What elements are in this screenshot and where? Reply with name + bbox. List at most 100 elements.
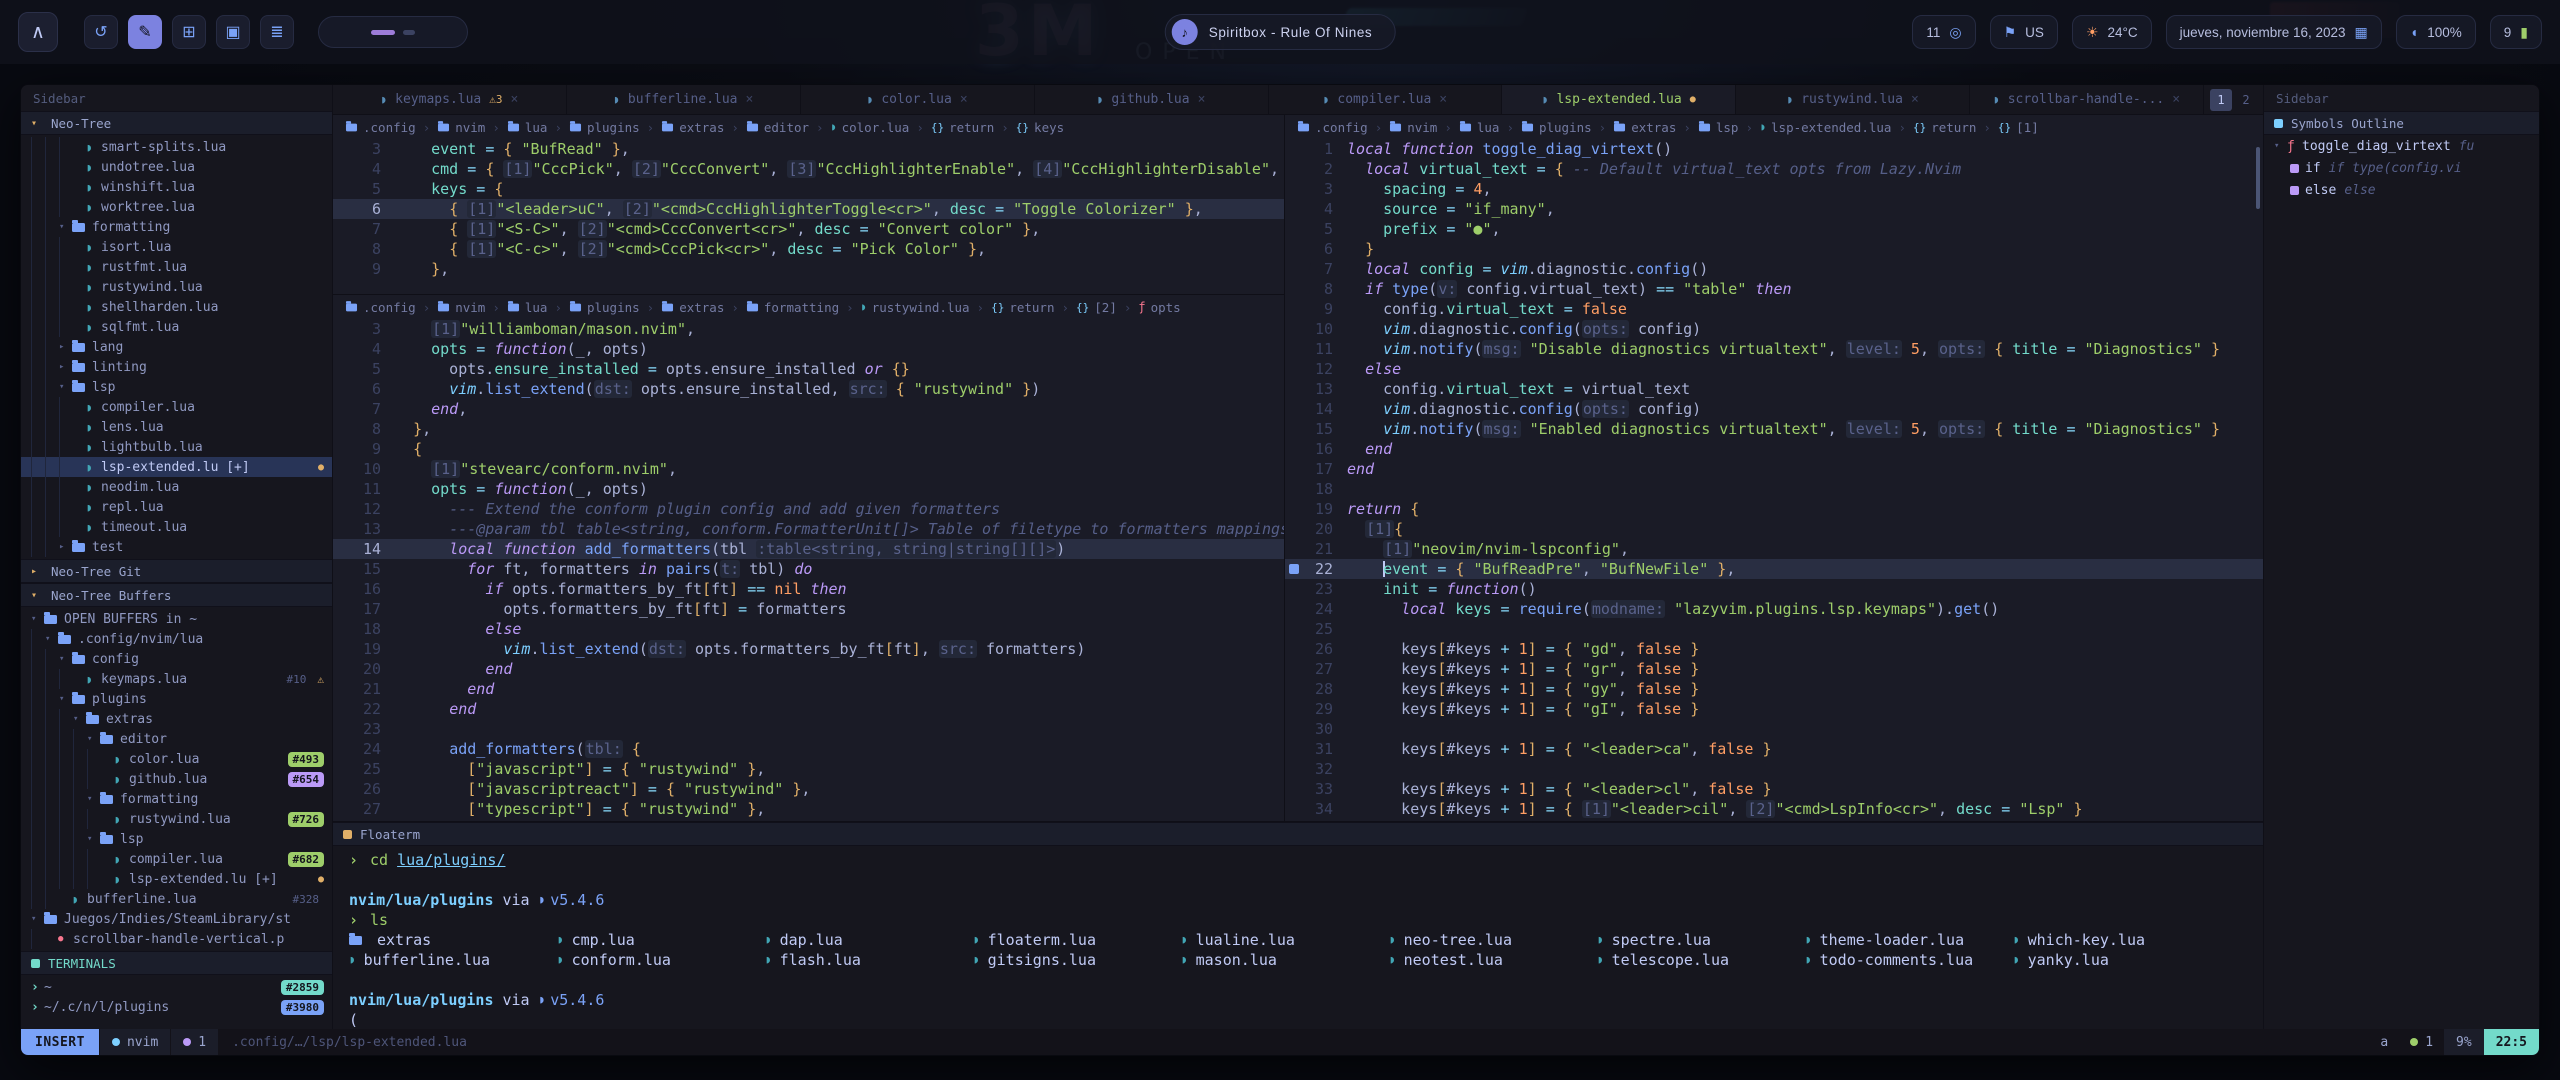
neotree-item[interactable]: ◗sqlfmt.lua bbox=[21, 317, 332, 337]
neotree-item[interactable]: ◗lens.lua bbox=[21, 417, 332, 437]
buffer-item[interactable]: ▾lsp bbox=[21, 829, 332, 849]
tab-scrollbar-handle-...[interactable]: ◗scrollbar-handle-...× bbox=[1970, 85, 2204, 114]
editor-pane-lsp-extended-lua[interactable]: .config›nvim›lua›plugins›extras›lsp›◗lsp… bbox=[1285, 115, 2263, 821]
breadcrumb-segment[interactable]: nvim bbox=[437, 300, 485, 315]
close-icon[interactable]: × bbox=[1198, 92, 1206, 107]
breadcrumb-segment[interactable]: lsp bbox=[1698, 120, 1739, 135]
tab-rustywind.lua[interactable]: ◗rustywind.lua× bbox=[1736, 85, 1970, 114]
buffer-item[interactable]: ◗keymaps.lua#10⚠ bbox=[21, 669, 332, 689]
terminal-item[interactable]: ›~/.c/n/l/plugins#3980 bbox=[21, 997, 332, 1017]
neotree-item[interactable]: ▾lsp bbox=[21, 377, 332, 397]
tab-compiler.lua[interactable]: ◗compiler.lua× bbox=[1269, 85, 1503, 114]
neotree-item[interactable]: ◗repl.lua bbox=[21, 497, 332, 517]
file-entry[interactable]: ◗neo-tree.lua bbox=[1389, 930, 1597, 950]
code-area[interactable]: 3 [1]"williamboman/mason.nvim",4 opts = … bbox=[333, 319, 1284, 821]
terminals-header[interactable]: TERMINALS bbox=[21, 951, 332, 975]
file-entry[interactable]: ◗which-key.lua bbox=[2013, 930, 2221, 950]
pill-volume[interactable]: ◖100% bbox=[2396, 15, 2476, 49]
workspace-indicator[interactable] bbox=[318, 16, 468, 48]
neotree-item[interactable]: ◗lsp-extended.lu [+]● bbox=[21, 457, 332, 477]
breadcrumb-segment[interactable]: editor bbox=[746, 120, 809, 135]
breadcrumb-segment[interactable]: {}return bbox=[1913, 120, 1976, 135]
neotree-item[interactable]: ◗winshift.lua bbox=[21, 177, 332, 197]
close-icon[interactable]: × bbox=[2172, 92, 2180, 107]
buffer-item[interactable]: ▾plugins bbox=[21, 689, 332, 709]
breadcrumb-segment[interactable]: lua bbox=[507, 300, 548, 315]
file-entry[interactable]: extras bbox=[349, 930, 557, 950]
music-widget[interactable]: ♪ Spiritbox - Rule Of Nines bbox=[1165, 14, 1396, 50]
tool-refresh-button[interactable]: ↺ bbox=[84, 15, 118, 49]
neotree-item[interactable]: ◗smart-splits.lua bbox=[21, 137, 332, 157]
close-icon[interactable]: × bbox=[960, 92, 968, 107]
breadcrumb-segment[interactable]: .config bbox=[1297, 120, 1368, 135]
buffer-item[interactable]: ▾editor bbox=[21, 729, 332, 749]
breadcrumb-segment[interactable]: {}return bbox=[931, 120, 994, 135]
buffer-item[interactable]: ▾extras bbox=[21, 709, 332, 729]
breadcrumb-segment[interactable]: nvim bbox=[1389, 120, 1437, 135]
tab-lsp-extended.lua[interactable]: ◗lsp-extended.lua● bbox=[1502, 85, 1736, 114]
breadcrumb-segment[interactable]: {}[1] bbox=[1998, 120, 2039, 135]
breadcrumb-segment[interactable]: lua bbox=[507, 120, 548, 135]
neotree-item[interactable]: ◗compiler.lua bbox=[21, 397, 332, 417]
breadcrumb-segment[interactable]: ◗lsp-extended.lua bbox=[1760, 120, 1891, 135]
close-icon[interactable]: × bbox=[1911, 92, 1919, 107]
neotree-item[interactable]: ◗undotree.lua bbox=[21, 157, 332, 177]
file-entry[interactable]: ◗yanky.lua bbox=[2013, 950, 2221, 970]
tool-notes-button[interactable]: ≣ bbox=[260, 15, 294, 49]
breadcrumb-segment[interactable]: plugins bbox=[569, 300, 640, 315]
outline-header[interactable]: Symbols Outline bbox=[2264, 111, 2539, 135]
pill-temperature[interactable]: ☀24°C bbox=[2072, 15, 2152, 49]
file-entry[interactable]: ◗telescope.lua bbox=[1597, 950, 1805, 970]
neotree-item[interactable]: ◗neodim.lua bbox=[21, 477, 332, 497]
buffer-item[interactable]: ◗compiler.lua#682 bbox=[21, 849, 332, 869]
file-entry[interactable]: ◗bufferline.lua bbox=[349, 950, 557, 970]
breadcrumb-segment[interactable]: .config bbox=[345, 120, 416, 135]
neotree-buffers-header[interactable]: ▾ Neo-Tree Buffers bbox=[21, 583, 332, 607]
neotree-item[interactable]: ◗timeout.lua bbox=[21, 517, 332, 537]
file-entry[interactable]: ◗dap.lua bbox=[765, 930, 973, 950]
file-entry[interactable]: ◗cmp.lua bbox=[557, 930, 765, 950]
close-icon[interactable]: × bbox=[1439, 92, 1447, 107]
tool-windows-button[interactable]: ▣ bbox=[216, 15, 250, 49]
breadcrumb-segment[interactable]: lua bbox=[1459, 120, 1500, 135]
breadcrumb-segment[interactable]: plugins bbox=[1521, 120, 1592, 135]
neotree-item[interactable]: ▸lang bbox=[21, 337, 332, 357]
outline-item[interactable]: ifif type(config.vi bbox=[2264, 157, 2539, 179]
launcher-button[interactable]: ∧ bbox=[18, 12, 58, 52]
breadcrumb-segment[interactable]: extras bbox=[661, 120, 724, 135]
code-area[interactable]: 3 event = { "BufRead" },4 cmd = { [1]"Cc… bbox=[333, 139, 1284, 294]
pill-keyboard-layout[interactable]: ⚑US bbox=[1990, 15, 2058, 49]
buffer-item[interactable]: ◗color.lua#493 bbox=[21, 749, 332, 769]
tabpage-1[interactable]: 1 bbox=[2210, 89, 2232, 111]
tab-keymaps.lua[interactable]: ◗keymaps.lua⚠3× bbox=[333, 85, 567, 114]
floaterm-header[interactable]: Floaterm bbox=[333, 822, 2263, 846]
outline-item[interactable]: ▾ƒtoggle_diag_virtextfu bbox=[2264, 135, 2539, 157]
tab-bufferline.lua[interactable]: ◗bufferline.lua× bbox=[567, 85, 801, 114]
buffer-item[interactable]: ▾formatting bbox=[21, 789, 332, 809]
breadcrumb-segment[interactable]: {}return bbox=[991, 300, 1054, 315]
pill-battery[interactable]: 9▮ bbox=[2490, 15, 2542, 49]
breadcrumb-segment[interactable]: extras bbox=[661, 300, 724, 315]
editor-pane-rustywind-lua[interactable]: .config›nvim›lua›plugins›extras›formatti… bbox=[333, 295, 1284, 821]
neotree-item[interactable]: ◗worktree.lua bbox=[21, 197, 332, 217]
buffer-item[interactable]: ●scrollbar-handle-vertical.p bbox=[21, 929, 332, 949]
buffer-item[interactable]: ◗rustywind.lua#726 bbox=[21, 809, 332, 829]
neotree-item[interactable]: ▾formatting bbox=[21, 217, 332, 237]
file-entry[interactable]: ◗mason.lua bbox=[1181, 950, 1389, 970]
breadcrumb-segment[interactable]: extras bbox=[1613, 120, 1676, 135]
neotree-header[interactable]: ▾ Neo-Tree bbox=[21, 111, 332, 135]
buffer-item[interactable]: ◗github.lua#654 bbox=[21, 769, 332, 789]
neotree-item[interactable]: ◗lightbulb.lua bbox=[21, 437, 332, 457]
buffer-item[interactable]: ◗bufferline.lua#328 bbox=[21, 889, 332, 909]
scrollbar-handle[interactable] bbox=[2256, 147, 2260, 209]
tool-layout-grid-button[interactable]: ⊞ bbox=[172, 15, 206, 49]
file-entry[interactable]: ◗flash.lua bbox=[765, 950, 973, 970]
file-entry[interactable]: ◗floaterm.lua bbox=[973, 930, 1181, 950]
breadcrumb-segment[interactable]: plugins bbox=[569, 120, 640, 135]
outline-item[interactable]: elseelse bbox=[2264, 179, 2539, 201]
breadcrumb-segment[interactable]: ◗color.lua bbox=[831, 120, 910, 135]
buffer-item[interactable]: ▾.config/nvim/lua bbox=[21, 629, 332, 649]
tab-github.lua[interactable]: ◗github.lua× bbox=[1035, 85, 1269, 114]
file-entry[interactable]: ◗lualine.lua bbox=[1181, 930, 1389, 950]
pill-updates[interactable]: 11◎ bbox=[1912, 15, 1975, 49]
